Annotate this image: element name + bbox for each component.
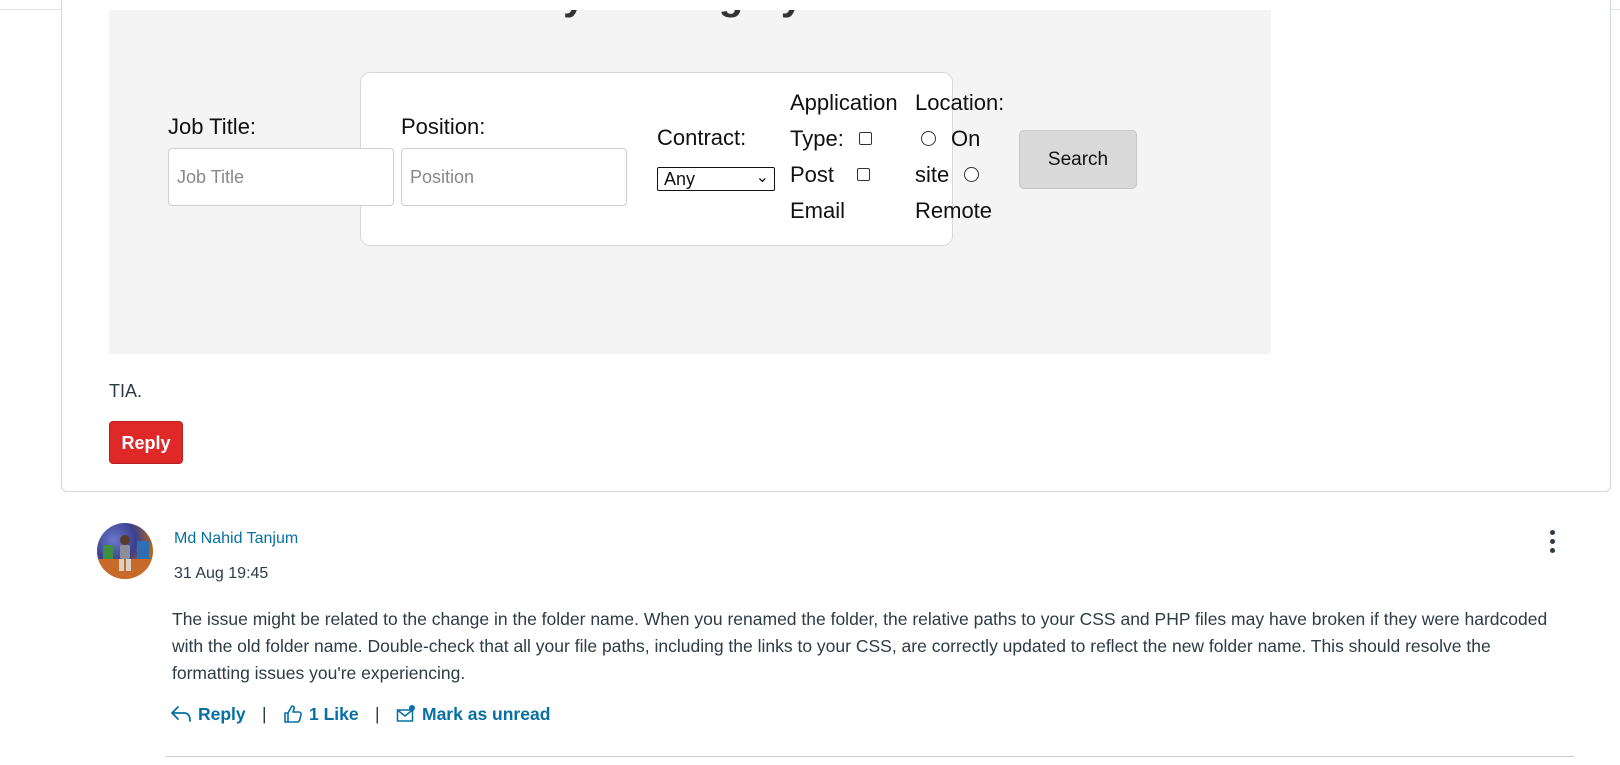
reply-action[interactable]: Reply	[170, 704, 246, 725]
location-label: Location:	[915, 90, 1005, 115]
bottom-divider	[166, 756, 1574, 757]
contract-select[interactable]: Any ⌄	[657, 167, 775, 191]
position-label: Position:	[401, 114, 486, 139]
thumbs-up-icon	[284, 705, 302, 723]
location-onsite-radio[interactable]	[921, 131, 936, 146]
chevron-down-icon: ⌄	[755, 169, 769, 186]
remote-label: Remote	[915, 198, 993, 223]
reply-arrow-icon	[171, 706, 191, 722]
job-title-input[interactable]: Job Title	[168, 148, 394, 206]
reply-action-label: Reply	[198, 704, 246, 724]
mark-unread-action-label: Mark as unread	[422, 704, 551, 724]
application-label: Application	[790, 90, 898, 115]
search-button[interactable]: Search	[1019, 130, 1137, 189]
contract-label: Contract:	[657, 125, 747, 150]
site-label: site	[915, 162, 950, 187]
more-options-icon[interactable]	[1540, 530, 1564, 558]
action-separator: |	[262, 704, 267, 724]
position-input[interactable]: Position	[401, 148, 627, 206]
type-post-checkbox[interactable]	[859, 132, 872, 145]
reply-button[interactable]: Reply	[109, 421, 183, 464]
avatar-photo-icon	[97, 535, 153, 579]
type-label: Type:	[790, 126, 844, 151]
screenshot-title: Job Vacancy Posting System	[343, 10, 897, 19]
contract-selected-value: Any	[664, 169, 696, 189]
mail-unread-icon	[396, 705, 415, 722]
location-remote-radio[interactable]	[964, 167, 979, 182]
reply-author-link[interactable]: Md Nahid Tanjum	[174, 530, 298, 548]
reply-body: The issue might be related to the change…	[172, 609, 1548, 683]
type-email-checkbox[interactable]	[857, 168, 870, 181]
job-title-label: Job Title:	[168, 114, 257, 139]
action-separator: |	[375, 704, 380, 724]
like-action-label: 1 Like	[309, 704, 359, 724]
mark-unread-action[interactable]: Mark as unread	[396, 704, 550, 725]
embedded-screenshot: Job Vacancy Posting System Job Title: Jo…	[109, 10, 1271, 354]
post-closing-text: TIA.	[109, 381, 143, 401]
post-label: Post	[790, 162, 835, 187]
avatar[interactable]	[97, 523, 153, 579]
on-label: On	[951, 126, 981, 151]
email-label: Email	[790, 198, 846, 223]
like-action[interactable]: 1 Like	[283, 704, 359, 725]
reply-timestamp: 31 Aug 19:45	[174, 565, 269, 582]
